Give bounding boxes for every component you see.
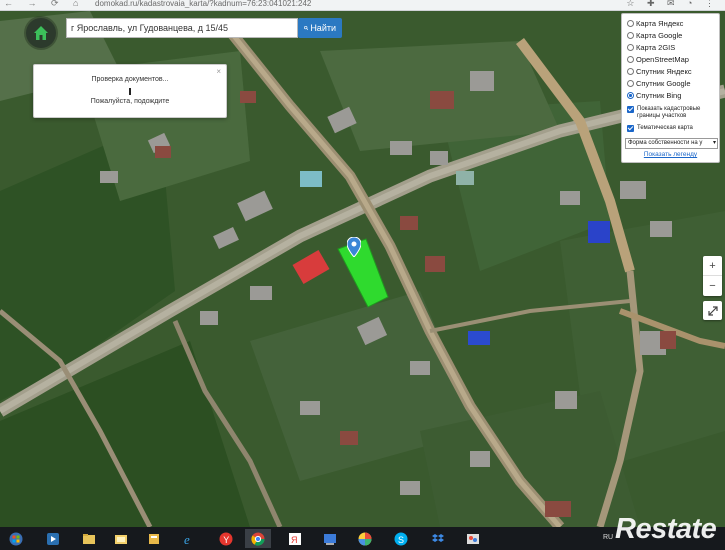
home-button[interactable] [26,18,56,48]
chrome-icon [251,532,265,546]
checkbox-label: Показать кадастровые границы участков [637,106,701,119]
taskbar-libraries[interactable] [141,529,167,548]
checkbox-checked[interactable] [627,106,634,113]
dialog-message: Проверка документов... [91,76,169,83]
skype-icon: S [394,532,408,545]
location-marker-icon[interactable] [347,237,361,257]
svg-text:e: e [184,532,190,546]
taskbar-chrome[interactable] [245,529,271,548]
home-icon [34,26,48,40]
browser-nav-icons[interactable]: ← → ⟳ ⌂ [4,0,84,9]
show-legend-link[interactable]: Показать легенду [622,151,719,158]
folder-icon [115,534,127,544]
zoom-control: + − [703,256,722,296]
screenshot-icon [324,533,336,545]
yandex-browser-icon: Y [219,532,233,545]
thematic-map-select[interactable]: Форма собственности на у ▾ [625,138,718,149]
layer-option-openstreetmap[interactable]: OpenStreetMap [627,54,689,64]
chevron-down-icon: ▾ [712,140,716,146]
taskbar-dropbox[interactable] [425,529,451,548]
zoom-out-button[interactable]: − [703,276,722,296]
svg-text:S: S [398,535,404,545]
layer-option-label: Спутник Google [636,78,691,88]
paint-icon [467,533,479,544]
picasa-icon [358,532,372,545]
radio-button[interactable] [627,67,634,75]
taskbar-yandex[interactable]: Я [282,529,308,548]
zoom-in-button[interactable]: + [703,256,722,276]
search-button-label: Найти [310,23,336,33]
radio-button-selected[interactable] [627,91,634,99]
layer-option-google-satellite[interactable]: Спутник Google [627,78,691,88]
start-button[interactable] [3,529,29,548]
layer-option-label: Спутник Bing [636,90,682,100]
fullscreen-button[interactable] [703,301,722,320]
taskbar-internet-explorer[interactable]: e [176,529,202,548]
layer-option-label: Карта 2GIS [636,42,676,52]
radio-button[interactable] [627,43,634,51]
radio-button[interactable] [627,31,634,39]
thematic-map-toggle[interactable]: Тематическая карта [627,125,693,132]
media-player-icon [47,532,59,545]
dropbox-icon [432,533,444,542]
radio-button[interactable] [627,55,634,63]
internet-explorer-icon: e [184,532,190,546]
browser-toolbar: ← → ⟳ ⌂ domokad.ru/kadastrovaia_karta/?k… [0,0,725,11]
layer-option-label: Карта Google [636,30,683,40]
checkbox-checked[interactable] [627,125,634,132]
dialog-subtitle: Пожалуйста, подождите [90,98,170,105]
layer-option-bing-satellite[interactable]: Спутник Bing [627,90,681,100]
layer-option-google-map[interactable]: Карта Google [627,30,682,40]
library-icon [149,533,159,544]
address-search-input[interactable] [66,18,298,38]
yandex-icon: Я [289,532,301,545]
radio-button[interactable] [627,79,634,87]
taskbar-skype[interactable]: S [388,529,414,548]
taskbar-explorer[interactable] [76,529,102,548]
address-bar[interactable]: domokad.ru/kadastrovaia_karta/?kadnum=76… [95,0,311,8]
layer-option-label: OpenStreetMap [636,54,689,64]
language-indicator[interactable]: RU [603,534,613,541]
radio-button[interactable] [627,19,634,27]
windows-logo-icon [9,532,23,545]
layer-option-label: Спутник Яндекс [636,66,692,76]
explorer-icon [83,533,95,544]
checkbox-label: Тематическая карта [637,125,693,131]
loading-spinner [129,88,131,95]
layer-option-label: Карта Яндекс [636,18,684,28]
taskbar-picasa[interactable] [352,529,378,548]
taskbar-screenshot-tool[interactable] [317,529,343,548]
layer-option-yandex-map[interactable]: Карта Яндекс [627,18,683,28]
svg-text:Y: Y [223,535,229,545]
layer-option-2gis-map[interactable]: Карта 2GIS [627,42,675,52]
taskbar-files[interactable] [108,529,134,548]
select-value: Форма собственности на у [628,140,703,146]
svg-text:Я: Я [291,535,298,545]
close-icon[interactable]: × [216,67,221,76]
search-button[interactable]: Найти [298,18,342,38]
cadastral-boundaries-toggle[interactable]: Показать кадастровые границы участков [627,106,715,120]
layer-switcher-panel: Карта Яндекс Карта Google Карта 2GIS Ope… [621,13,720,163]
search-icon [304,25,309,31]
taskbar-paint[interactable] [460,529,486,548]
taskbar-media-player[interactable] [40,529,66,548]
expand-icon [707,305,718,316]
layer-option-yandex-satellite[interactable]: Спутник Яндекс [627,66,692,76]
browser-extension-icons[interactable]: ☆ ✚ ✉ ◔ ⋮ [626,0,719,9]
taskbar-yandex-browser[interactable]: Y [213,529,239,548]
loading-dialog: × Проверка документов... Пожалуйста, под… [33,64,227,118]
watermark-logo: Restate [615,513,717,545]
